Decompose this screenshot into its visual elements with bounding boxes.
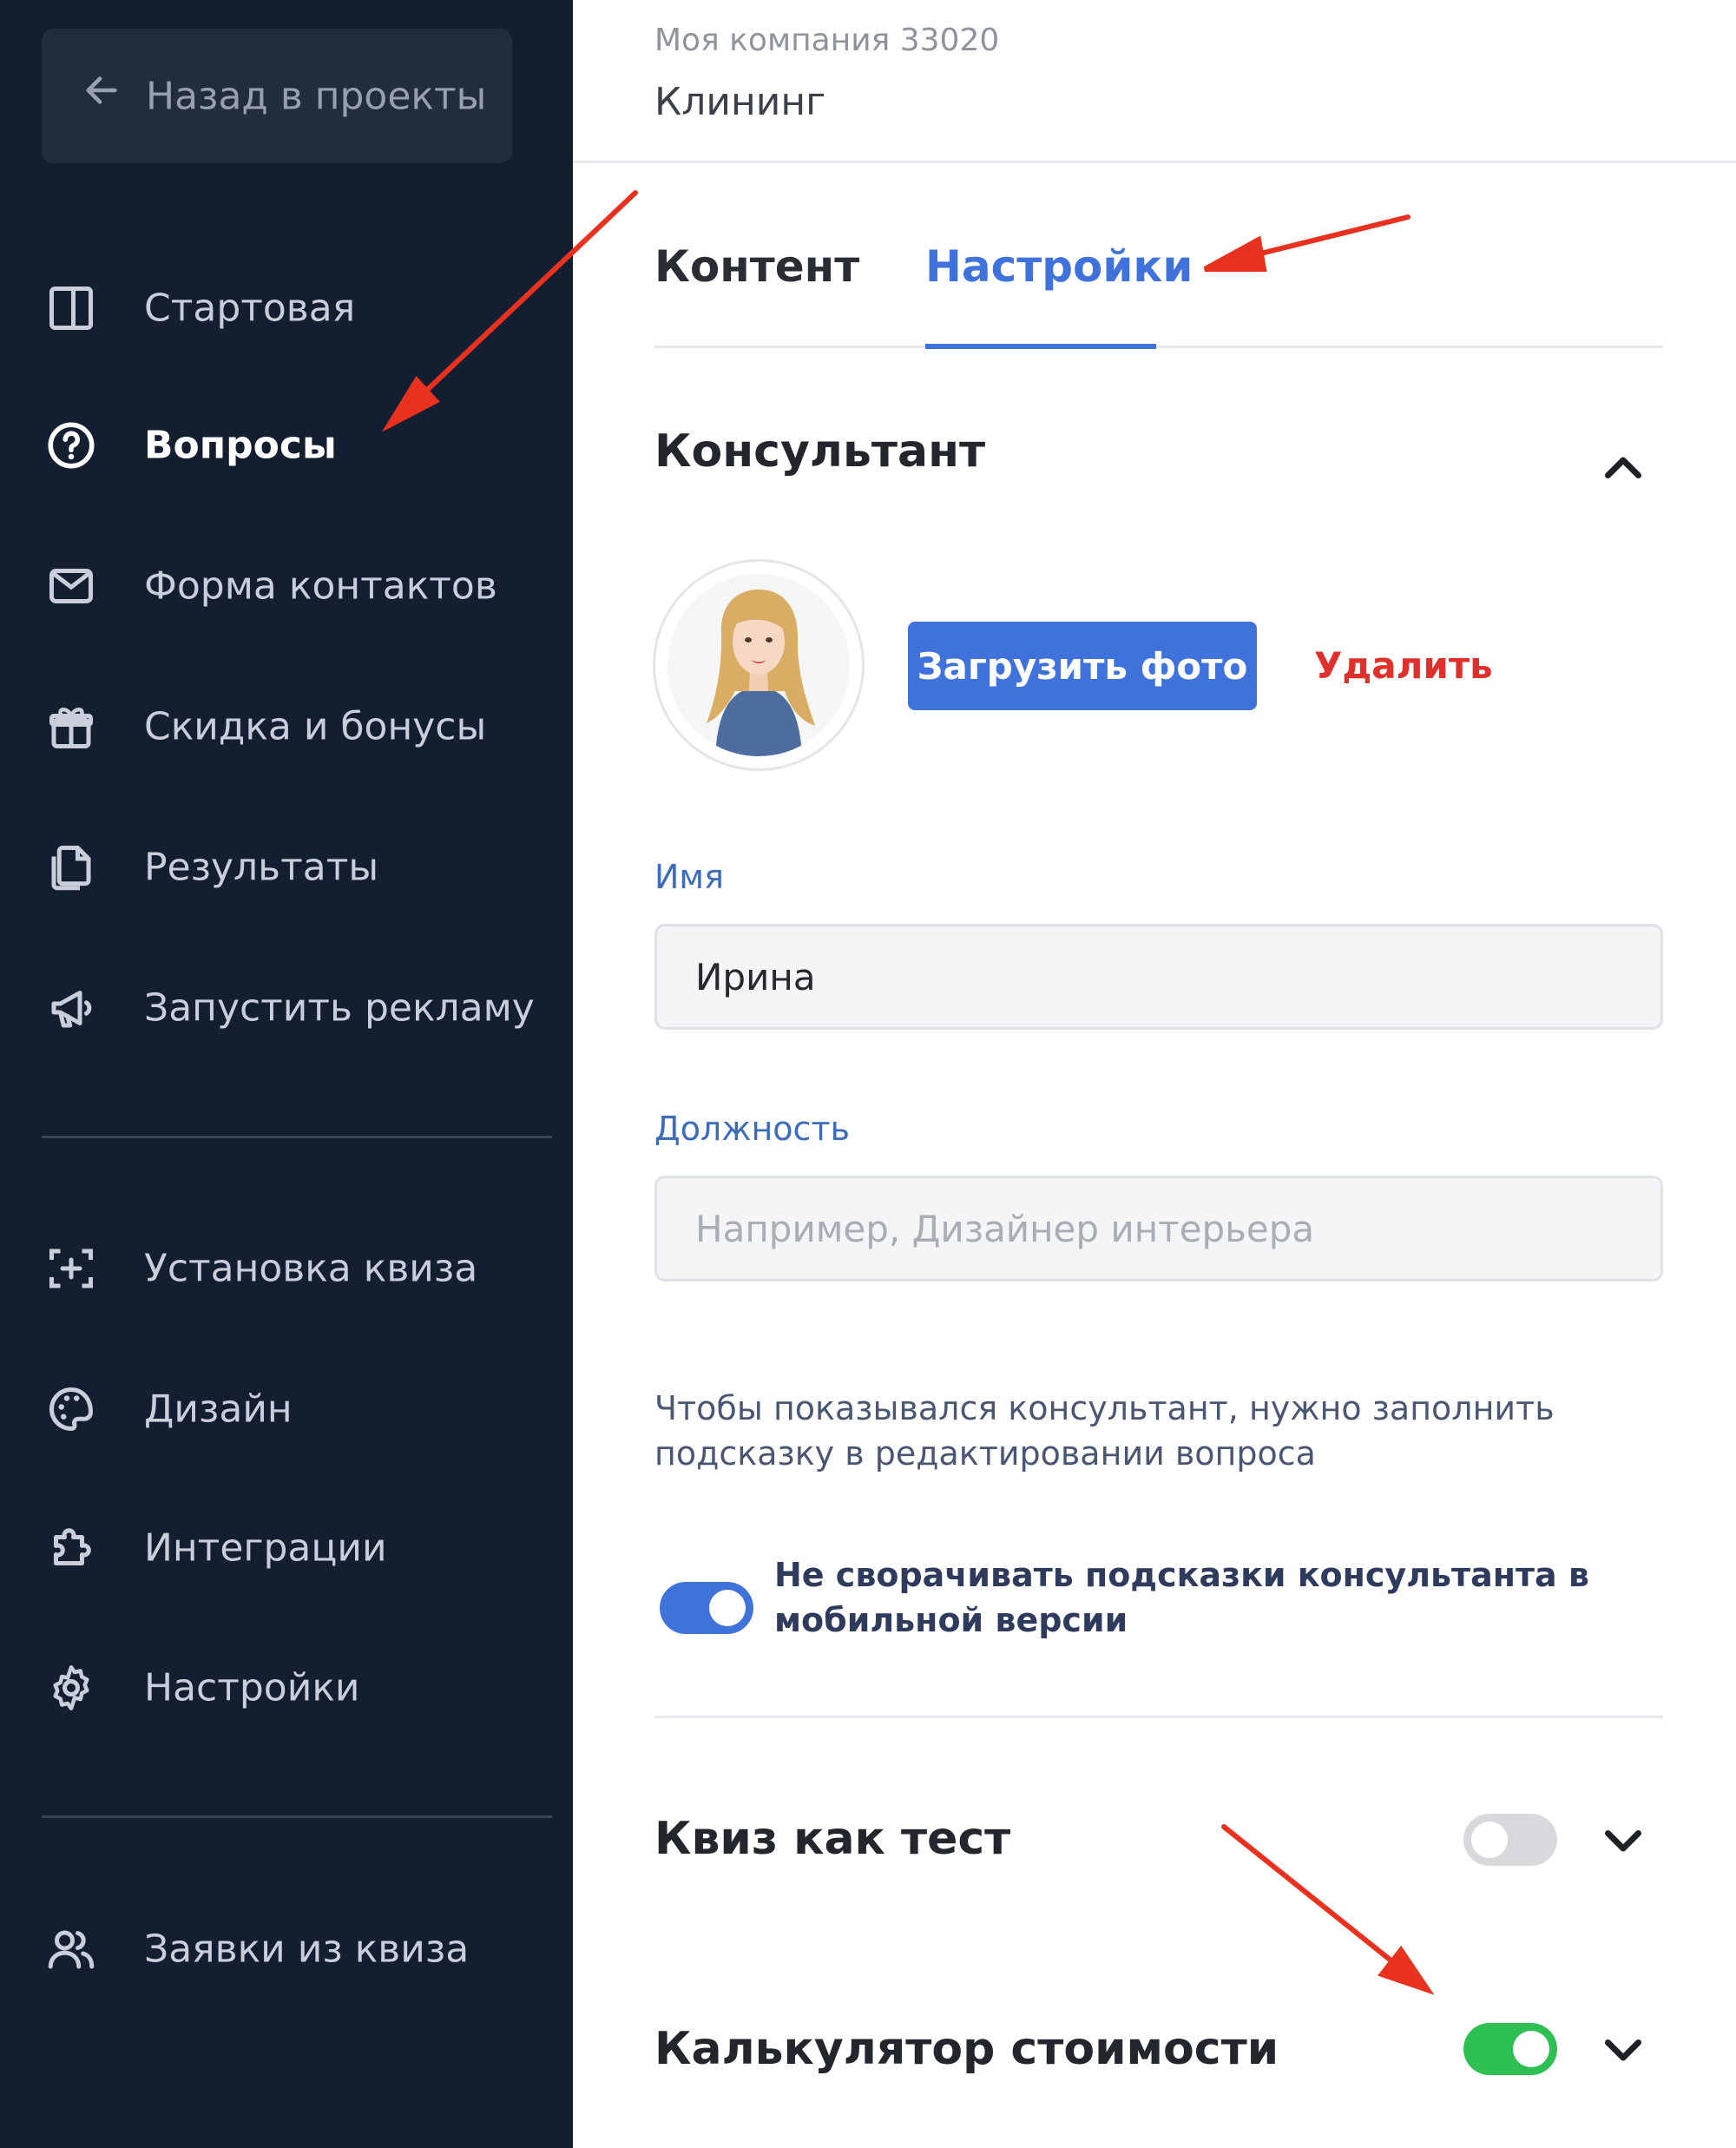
name-field[interactable]: Ирина bbox=[654, 924, 1663, 1030]
gift-icon bbox=[45, 701, 97, 753]
delete-photo-link[interactable]: Удалить bbox=[1314, 644, 1493, 687]
sidebar-item-label: Скидка и бонусы bbox=[144, 704, 487, 749]
sidebar: Назад в проекты Стартовая Вопросы Форма … bbox=[0, 0, 573, 2148]
quiz-test-toggle[interactable] bbox=[1463, 1814, 1557, 1866]
back-button-label: Назад в проекты bbox=[146, 74, 487, 118]
sidebar-item-label: Форма контактов bbox=[144, 563, 497, 609]
sidebar-item-discounts[interactable]: Скидка и бонусы bbox=[0, 683, 573, 770]
sidebar-item-start[interactable]: Стартовая bbox=[0, 265, 573, 352]
chevron-down-icon[interactable] bbox=[1597, 1814, 1649, 1866]
sidebar-item-label: Установка квиза bbox=[144, 1246, 478, 1291]
sidebar-item-label: Стартовая bbox=[144, 286, 356, 331]
sidebar-item-label: Результаты bbox=[144, 845, 379, 890]
sidebar-item-results[interactable]: Результаты bbox=[0, 824, 573, 911]
question-circle-icon bbox=[45, 419, 97, 471]
sidebar-item-install[interactable]: Установка квиза bbox=[0, 1225, 573, 1312]
name-field-value: Ирина bbox=[695, 955, 816, 998]
consultant-photo bbox=[667, 574, 850, 756]
sidebar-item-label: Вопросы bbox=[144, 423, 337, 468]
mail-icon bbox=[45, 560, 97, 612]
avatar bbox=[667, 574, 850, 756]
megaphone-icon bbox=[45, 982, 97, 1034]
sidebar-item-label: Интеграции bbox=[144, 1525, 387, 1571]
mobile-hints-toggle-label: Не сворачивать подсказки консультанта в … bbox=[774, 1556, 1589, 1639]
tab-settings[interactable]: Настройки bbox=[925, 241, 1193, 292]
tab-content[interactable]: Контент bbox=[654, 241, 859, 292]
position-field-placeholder: Например, Дизайнер интерьера bbox=[695, 1207, 1315, 1250]
active-tab-indicator bbox=[925, 344, 1156, 349]
gear-icon bbox=[45, 1662, 97, 1714]
position-field[interactable]: Например, Дизайнер интерьера bbox=[654, 1176, 1663, 1282]
sidebar-item-ads[interactable]: Запустить рекламу bbox=[0, 965, 573, 1051]
annotation-arrowhead bbox=[1378, 1945, 1435, 1995]
sidebar-item-settings[interactable]: Настройки bbox=[0, 1644, 573, 1731]
quiz-test-section-title: Квиз как тест bbox=[654, 1813, 1011, 1865]
sidebar-item-label: Настройки bbox=[144, 1665, 360, 1710]
annotation-arrowhead bbox=[1203, 235, 1267, 272]
toggle-knob bbox=[1513, 2031, 1549, 2067]
consultant-hint: Чтобы показывался консультант, нужно зап… bbox=[654, 1389, 1555, 1473]
toggle-knob bbox=[709, 1590, 746, 1626]
name-field-label: Имя bbox=[654, 858, 724, 896]
project-name: Клининг bbox=[654, 80, 826, 124]
sidebar-item-label: Запустить рекламу bbox=[144, 985, 535, 1031]
puzzle-icon bbox=[45, 1522, 97, 1574]
sidebar-item-leads[interactable]: Заявки из квиза bbox=[0, 1906, 573, 1993]
company-name: Моя компания 33020 bbox=[654, 23, 1000, 58]
palette-icon bbox=[45, 1383, 97, 1435]
upload-photo-button[interactable]: Загрузить фото bbox=[908, 622, 1257, 710]
calculator-section-title: Калькулятор стоимости bbox=[654, 2023, 1279, 2075]
header-divider bbox=[573, 161, 1736, 163]
calculator-toggle[interactable] bbox=[1463, 2023, 1557, 2075]
sidebar-item-integrations[interactable]: Интеграции bbox=[0, 1505, 573, 1591]
position-field-label: Должность bbox=[654, 1110, 850, 1148]
sidebar-divider bbox=[42, 1815, 552, 1818]
users-icon bbox=[45, 1923, 97, 1975]
annotation-arrow bbox=[1221, 1824, 1409, 1975]
section-divider bbox=[654, 1716, 1663, 1718]
tabs-divider bbox=[654, 346, 1663, 348]
toggle-knob bbox=[1471, 1822, 1508, 1858]
sidebar-item-design[interactable]: Дизайн bbox=[0, 1366, 573, 1453]
sidebar-divider bbox=[42, 1136, 552, 1138]
consultant-section-title: Консультант bbox=[654, 425, 986, 478]
annotation-arrow bbox=[1230, 214, 1410, 263]
mobile-hints-toggle[interactable] bbox=[660, 1582, 753, 1634]
chevron-up-icon[interactable] bbox=[1597, 443, 1649, 495]
consultant-avatar bbox=[653, 559, 865, 771]
add-frame-icon bbox=[45, 1242, 97, 1295]
sidebar-item-label: Дизайн bbox=[144, 1387, 293, 1432]
back-to-projects-button[interactable]: Назад в проекты bbox=[42, 29, 512, 163]
documents-icon bbox=[45, 841, 97, 893]
chevron-down-icon[interactable] bbox=[1597, 2023, 1649, 2075]
sidebar-item-questions[interactable]: Вопросы bbox=[0, 402, 573, 489]
arrow-left-icon bbox=[86, 76, 117, 104]
sidebar-item-label: Заявки из квиза bbox=[144, 1927, 470, 1972]
layout-icon bbox=[45, 282, 97, 334]
sidebar-item-contact-form[interactable]: Форма контактов bbox=[0, 543, 573, 629]
